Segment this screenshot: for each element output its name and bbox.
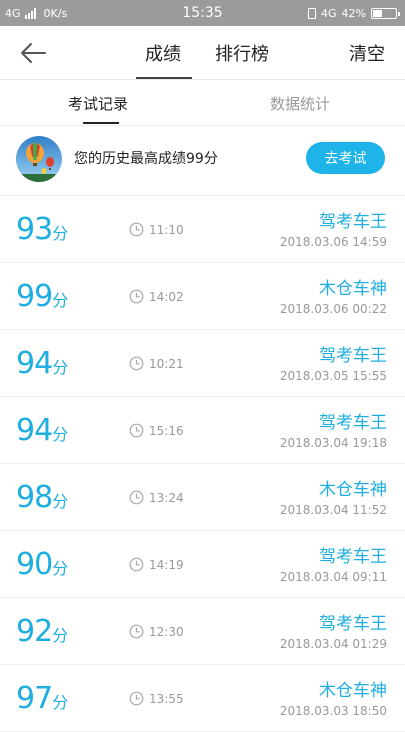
record-title: 木仓车神 bbox=[319, 681, 387, 701]
score-unit: 分 bbox=[52, 425, 69, 444]
network-right-label: 4G bbox=[321, 6, 337, 20]
record-date: 2018.03.04 19:18 bbox=[279, 436, 387, 450]
score-value: 98 bbox=[16, 480, 53, 515]
subtab-data-stats[interactable]: 数据统计 bbox=[270, 93, 330, 114]
record-score: 98分 bbox=[16, 480, 68, 515]
subtab-exam-records[interactable]: 考试记录 bbox=[68, 93, 128, 114]
record-date: 2018.03.04 01:29 bbox=[279, 637, 387, 651]
record-score: 92分 bbox=[16, 614, 68, 649]
tab-ranking[interactable]: 排行榜 bbox=[215, 40, 269, 66]
score-unit: 分 bbox=[52, 492, 69, 511]
score-unit: 分 bbox=[52, 693, 69, 712]
record-title: 驾考车王 bbox=[319, 413, 387, 433]
battery-fill bbox=[373, 9, 382, 17]
record-date: 2018.03.06 14:59 bbox=[279, 235, 387, 249]
clock-icon bbox=[129, 624, 144, 639]
clock-icon bbox=[129, 490, 144, 505]
status-bar: 4G 0K/s 15:35 4G 42% bbox=[0, 0, 405, 26]
record-row[interactable]: 92分 12:30 驾考车王 2018.03.04 01:29 bbox=[0, 598, 405, 665]
active-tab-indicator bbox=[136, 77, 192, 79]
record-duration: 10:21 bbox=[149, 357, 184, 371]
record-score: 94分 bbox=[16, 346, 68, 381]
record-duration: 13:24 bbox=[149, 491, 184, 505]
clear-button[interactable]: 清空 bbox=[349, 40, 385, 66]
record-title: 驾考车王 bbox=[319, 614, 387, 634]
back-arrow-icon bbox=[21, 43, 46, 63]
score-unit: 分 bbox=[52, 291, 69, 310]
record-row[interactable]: 93分 11:10 驾考车王 2018.03.06 14:59 bbox=[0, 196, 405, 263]
score-value: 97 bbox=[16, 681, 53, 716]
record-row[interactable]: 97分 13:55 木仓车神 2018.03.03 18:50 bbox=[0, 665, 405, 732]
record-row[interactable]: 90分 14:19 驾考车王 2018.03.04 09:11 bbox=[0, 531, 405, 598]
score-unit: 分 bbox=[52, 626, 69, 645]
clock-icon bbox=[129, 222, 144, 237]
score-unit: 分 bbox=[52, 559, 69, 578]
battery-icon bbox=[371, 7, 400, 19]
clock-icon bbox=[129, 691, 144, 706]
record-duration: 15:16 bbox=[149, 424, 184, 438]
record-row[interactable]: 98分 13:24 木仓车神 2018.03.04 11:52 bbox=[0, 464, 405, 531]
score-value: 93 bbox=[16, 212, 53, 247]
record-duration: 14:02 bbox=[149, 290, 184, 304]
avatar bbox=[16, 136, 62, 182]
best-score-banner: 您的历史最高成绩99分 去考试 bbox=[0, 126, 405, 196]
hot-air-balloon-icon bbox=[16, 136, 62, 182]
record-duration: 13:55 bbox=[149, 692, 184, 706]
record-date: 2018.03.06 00:22 bbox=[279, 302, 387, 316]
sub-tabs: 考试记录 数据统计 bbox=[0, 80, 405, 126]
record-duration: 14:19 bbox=[149, 558, 184, 572]
back-button[interactable] bbox=[18, 38, 48, 68]
record-date: 2018.03.04 09:11 bbox=[279, 570, 387, 584]
score-unit: 分 bbox=[52, 358, 69, 377]
record-title: 驾考车王 bbox=[319, 212, 387, 232]
clock-icon bbox=[129, 356, 144, 371]
status-right: 4G 42% bbox=[308, 0, 400, 26]
record-score: 97分 bbox=[16, 681, 68, 716]
record-date: 2018.03.04 11:52 bbox=[279, 503, 387, 517]
clock-icon bbox=[129, 423, 144, 438]
go-exam-button[interactable]: 去考试 bbox=[306, 142, 385, 174]
record-score: 94分 bbox=[16, 413, 68, 448]
record-score: 90分 bbox=[16, 547, 68, 582]
record-row[interactable]: 99分 14:02 木仓车神 2018.03.06 00:22 bbox=[0, 263, 405, 330]
score-value: 90 bbox=[16, 547, 53, 582]
score-value: 94 bbox=[16, 413, 53, 448]
tab-score[interactable]: 成绩 bbox=[145, 40, 181, 66]
record-date: 2018.03.05 15:55 bbox=[279, 369, 387, 383]
record-title: 木仓车神 bbox=[319, 279, 387, 299]
record-row[interactable]: 94分 10:21 驾考车王 2018.03.05 15:55 bbox=[0, 330, 405, 397]
record-duration: 11:10 bbox=[149, 223, 184, 237]
score-unit: 分 bbox=[52, 224, 69, 243]
clock-icon bbox=[129, 289, 144, 304]
record-title: 驾考车王 bbox=[319, 346, 387, 366]
score-value: 94 bbox=[16, 346, 53, 381]
record-row[interactable]: 94分 15:16 驾考车王 2018.03.04 19:18 bbox=[0, 397, 405, 464]
exam-records-list: 93分 11:10 驾考车王 2018.03.06 14:59 99分 14:0… bbox=[0, 196, 405, 732]
record-date: 2018.03.03 18:50 bbox=[279, 704, 387, 718]
best-score-text: 您的历史最高成绩99分 bbox=[74, 151, 218, 167]
battery-percent: 42% bbox=[341, 6, 366, 20]
score-value: 92 bbox=[16, 614, 53, 649]
record-duration: 12:30 bbox=[149, 625, 184, 639]
record-score: 99分 bbox=[16, 279, 68, 314]
sim-icon bbox=[308, 7, 317, 19]
record-score: 93分 bbox=[16, 212, 68, 247]
clock-icon bbox=[129, 557, 144, 572]
app-header: 成绩 排行榜 清空 bbox=[0, 26, 405, 80]
score-value: 99 bbox=[16, 279, 53, 314]
record-title: 驾考车王 bbox=[319, 547, 387, 567]
record-title: 木仓车神 bbox=[319, 480, 387, 500]
active-subtab-indicator bbox=[83, 122, 119, 124]
